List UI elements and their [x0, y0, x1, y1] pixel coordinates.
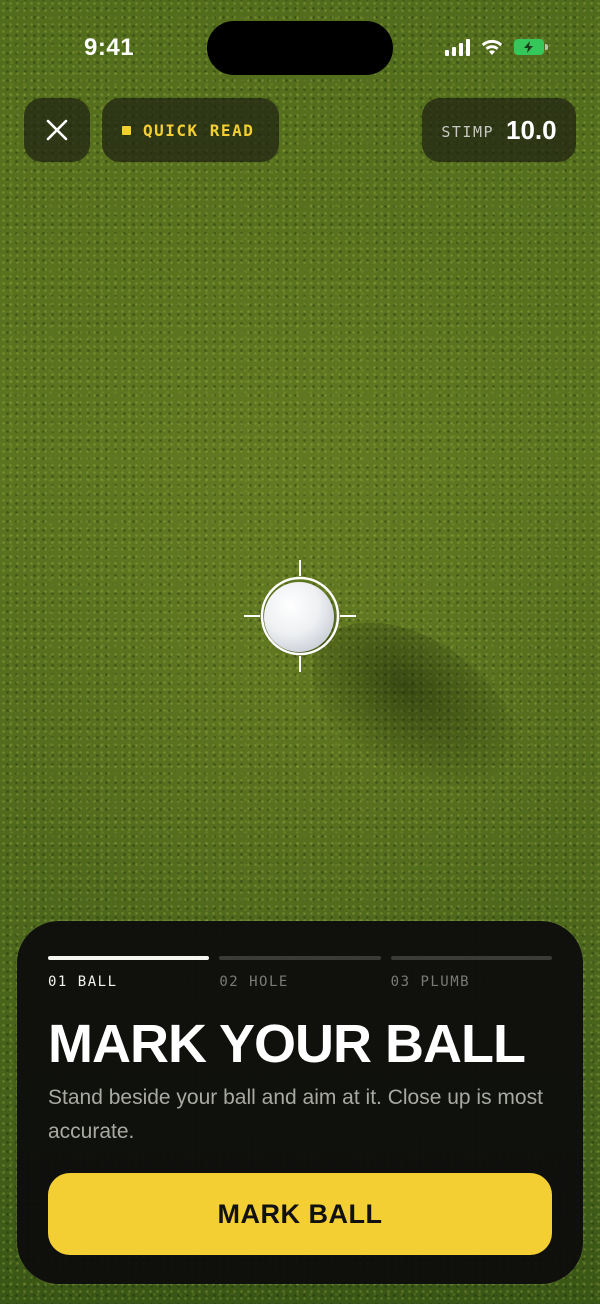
progress-segment-hole: [219, 956, 381, 960]
step-ball: 01 BALL: [48, 974, 118, 990]
step-plumb: 03 PLUMB: [390, 974, 471, 990]
sheet-description: Stand beside your ball and aim at it. Cl…: [48, 1086, 543, 1143]
step-progress: [48, 956, 552, 960]
mode-indicator-icon: [122, 125, 131, 135]
step-hole: 02 HOLE: [219, 974, 289, 990]
close-button[interactable]: [24, 98, 90, 162]
stimp-label: STIMP: [441, 123, 495, 141]
cellular-signal-icon: [445, 38, 470, 56]
wifi-icon: [481, 39, 503, 55]
dynamic-island: [207, 21, 393, 75]
status-bar: 9:41: [0, 0, 600, 90]
progress-segment-ball: [48, 956, 210, 960]
step-labels: 01 BALL 02 HOLE 03 PLUMB: [48, 974, 552, 990]
battery-charging-icon: [514, 39, 548, 55]
quick-read-mode-button[interactable]: QUICK READ: [102, 98, 279, 162]
progress-segment-plumb: [390, 956, 552, 960]
status-time: 9:41: [84, 34, 135, 61]
home-indicator: [230, 1286, 370, 1291]
close-icon: [46, 119, 68, 141]
mark-ball-button[interactable]: MARK BALL: [48, 1173, 552, 1255]
target-reticle-icon: [244, 560, 356, 672]
sheet-title: MARK YOUR BALL: [48, 1014, 526, 1074]
status-icons: [445, 38, 548, 56]
mode-label: QUICK READ: [143, 120, 255, 140]
instruction-sheet: 01 BALL 02 HOLE 03 PLUMB MARK YOUR BALL …: [17, 921, 583, 1284]
stimp-value: 10.0: [506, 114, 557, 145]
stimp-button[interactable]: STIMP 10.0: [422, 98, 576, 162]
